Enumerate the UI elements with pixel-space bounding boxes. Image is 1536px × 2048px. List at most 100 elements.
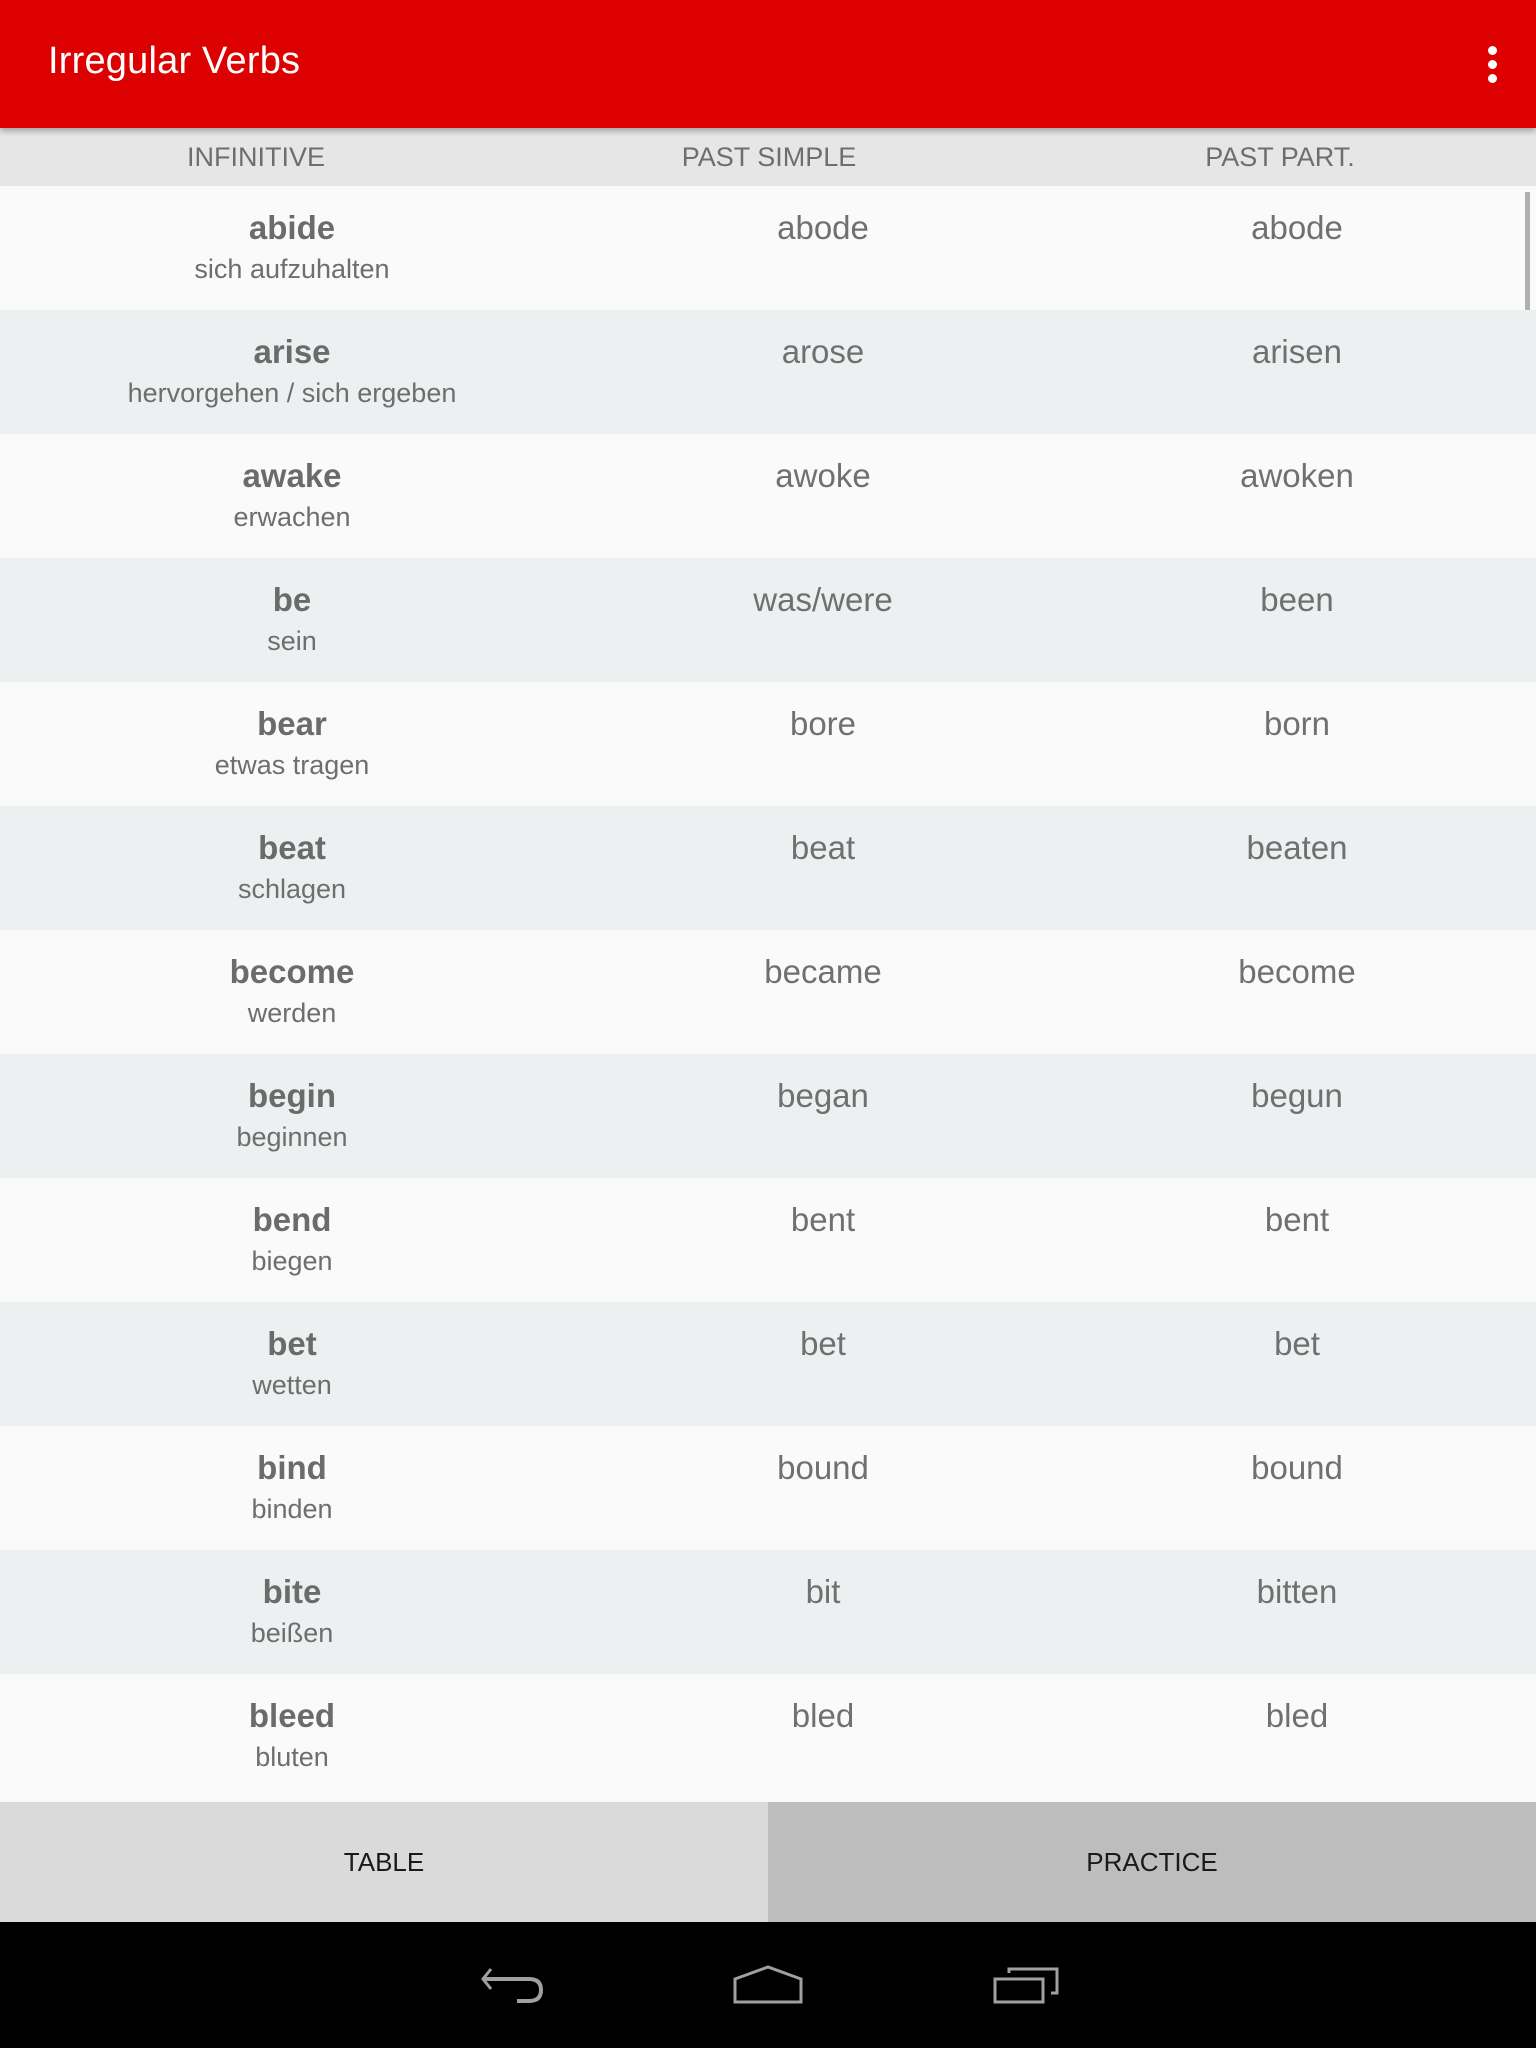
translation: schlagen	[237, 874, 347, 904]
infinitive-cell: become werden	[230, 952, 355, 1032]
translation: erwachen	[233, 502, 351, 532]
translation: wetten	[252, 1370, 332, 1400]
infinitive-cell: bet wetten	[252, 1324, 332, 1404]
overflow-menu-icon-dot	[1487, 73, 1497, 83]
translation: etwas tragen	[214, 750, 370, 780]
past-participle-cell: become	[1238, 953, 1356, 990]
back-icon	[481, 1968, 544, 2003]
infinitive-cell: bleed bluten	[249, 1696, 335, 1776]
past-simple-cell: bore	[789, 705, 857, 742]
past-simple-cell: bit	[805, 1573, 841, 1610]
past-simple-cell: abode	[777, 209, 869, 246]
verb-row[interactable]: bite beißen bit bitten	[0, 1550, 1536, 1674]
infinitive-word: bear	[257, 705, 327, 742]
past-participle-cell: been	[1260, 581, 1334, 618]
verb-row[interactable]: arise hervorgehen / sich ergeben arose aris…	[0, 310, 1536, 434]
app-bar: Irregular Verbs	[0, 0, 1536, 128]
verb-row[interactable]: bleed bluten bled bled	[0, 1674, 1536, 1798]
verb-row[interactable]: bind binden bound bound	[0, 1426, 1536, 1550]
translation: bluten	[255, 1742, 329, 1772]
bottom-tabs: TABLE PRACTICE	[0, 1802, 1536, 1922]
verb-row[interactable]: be sein was/were been	[0, 558, 1536, 682]
past-simple-cell: began	[777, 1077, 869, 1114]
past-simple-cell: bent	[790, 1201, 856, 1238]
past-simple-cell: awoke	[775, 457, 871, 494]
overflow-menu-button[interactable]	[1468, 36, 1516, 92]
overflow-menu-icon-dot	[1487, 59, 1497, 69]
header-past-simple: PAST SIMPLE	[681, 142, 857, 172]
infinitive-cell: bite beißen	[251, 1572, 334, 1652]
translation: biegen	[251, 1246, 333, 1276]
infinitive-cell: bind binden	[251, 1448, 332, 1528]
past-participle-cell: beaten	[1246, 829, 1348, 866]
past-participle-cell: born	[1263, 705, 1331, 742]
infinitive-word: become	[229, 953, 355, 990]
back-button[interactable]	[467, 1950, 557, 2020]
infinitive-cell: bend biegen	[251, 1200, 332, 1280]
home-button[interactable]	[723, 1950, 813, 2020]
verb-row[interactable]: begin beginnen began begun	[0, 1054, 1536, 1178]
past-participle-cell: bled	[1265, 1697, 1329, 1734]
infinitive-word: begin	[248, 1077, 336, 1114]
infinitive-word: bite	[262, 1573, 322, 1610]
translation: sich aufzuhalten	[194, 254, 390, 284]
verb-row[interactable]: bear etwas tragen bore born	[0, 682, 1536, 806]
verb-row[interactable]: bet wetten bet bet	[0, 1302, 1536, 1426]
verb-row[interactable]: abide sich aufzuhalten abode abode	[0, 186, 1536, 310]
past-participle-cell: abode	[1251, 209, 1343, 246]
verb-row[interactable]: awake erwachen awoke awoken	[0, 434, 1536, 558]
verb-row[interactable]: become werden became become	[0, 930, 1536, 1054]
past-simple-cell: arose	[781, 333, 865, 370]
overflow-menu-icon	[1487, 45, 1497, 55]
past-simple-cell: beat	[790, 829, 856, 866]
recent-apps-icon	[993, 1967, 1059, 2004]
table-header: INFINITIVE PAST SIMPLE PAST PART.	[0, 128, 1536, 186]
home-icon	[733, 1965, 803, 2004]
translation: werden	[247, 998, 337, 1028]
translation: binden	[251, 1494, 333, 1524]
infinitive-cell: begin beginnen	[236, 1076, 347, 1156]
past-simple-cell: bound	[777, 1449, 869, 1486]
translation: beißen	[250, 1618, 334, 1648]
infinitive-word: bet	[267, 1325, 317, 1362]
scrollbar[interactable]	[1525, 192, 1530, 310]
tab-practice[interactable]: PRACTICE	[768, 1802, 1536, 1922]
past-simple-cell: bet	[800, 1325, 846, 1362]
past-participle-cell: bet	[1274, 1325, 1320, 1362]
past-participle-cell: bent	[1264, 1201, 1330, 1238]
infinitive-cell: bear etwas tragen	[215, 704, 370, 784]
past-participle-cell: begun	[1251, 1077, 1343, 1114]
infinitive-word: beat	[258, 829, 326, 866]
app-title: Irregular Verbs	[48, 40, 301, 82]
translation: beginnen	[236, 1122, 348, 1152]
verb-row[interactable]: bend biegen bent bent	[0, 1178, 1536, 1302]
translation: sein	[267, 626, 317, 656]
recent-apps-button[interactable]	[981, 1950, 1071, 2020]
tab-table[interactable]: TABLE	[0, 1802, 768, 1922]
infinitive-word: arise	[253, 333, 331, 370]
past-simple-cell: became	[764, 953, 882, 990]
past-simple-cell: was/were	[753, 581, 893, 618]
infinitive-cell: arise hervorgehen / sich ergeben	[128, 332, 457, 412]
past-participle-cell: bitten	[1256, 1573, 1338, 1610]
past-participle-cell: awoken	[1240, 457, 1354, 494]
past-participle-cell: arisen	[1252, 333, 1342, 370]
past-simple-cell: bled	[791, 1697, 855, 1734]
header-past-participle: PAST PART.	[1205, 142, 1355, 172]
translation: hervorgehen / sich ergeben	[127, 378, 457, 408]
infinitive-word: be	[272, 581, 312, 618]
header-infinitive: INFINITIVE	[186, 142, 326, 172]
system-nav-bar	[0, 1922, 1536, 2048]
verb-list[interactable]: abide sich aufzuhalten abode abode arise herv…	[0, 186, 1536, 1802]
infinitive-cell: abide sich aufzuhalten	[194, 208, 389, 288]
infinitive-word: abide	[248, 209, 336, 246]
infinitive-word: awake	[242, 457, 342, 494]
past-participle-cell: bound	[1251, 1449, 1343, 1486]
infinitive-word: bend	[252, 1201, 332, 1238]
infinitive-word: bind	[257, 1449, 327, 1486]
verb-row[interactable]: beat schlagen beat beaten	[0, 806, 1536, 930]
infinitive-cell: beat schlagen	[238, 828, 346, 908]
infinitive-word: bleed	[248, 1697, 336, 1734]
infinitive-cell: be sein	[267, 580, 317, 660]
infinitive-cell: awake erwachen	[233, 456, 350, 536]
